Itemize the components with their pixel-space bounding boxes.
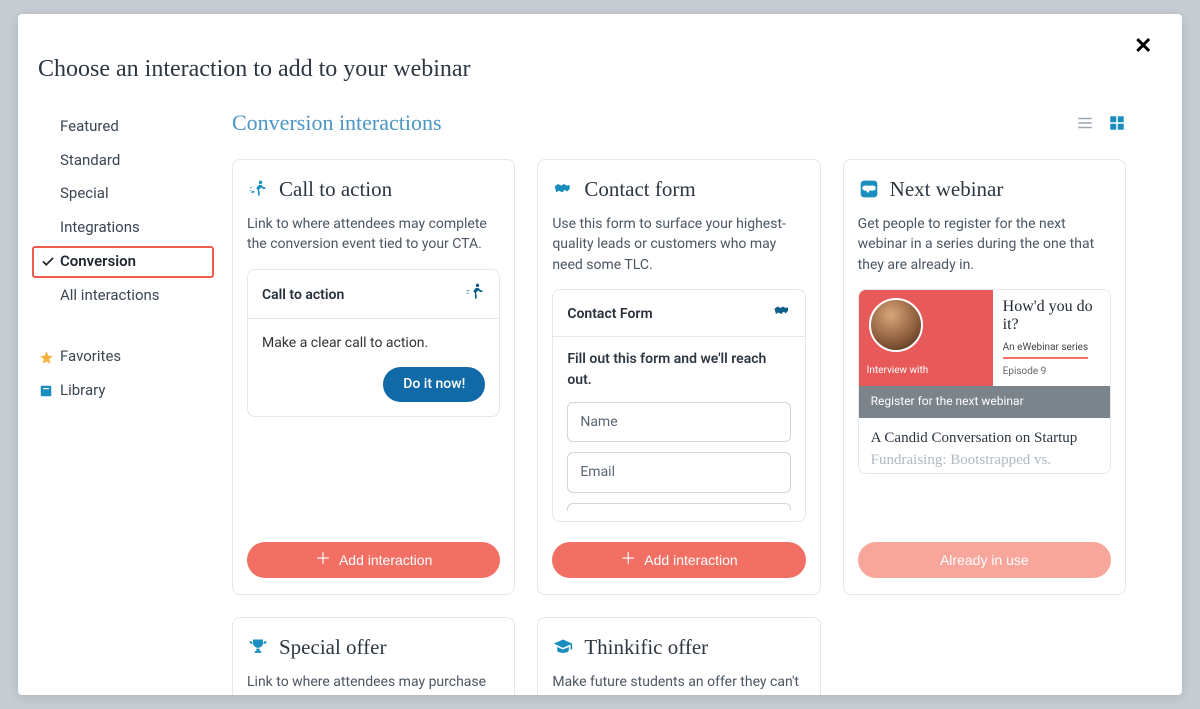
grid-icon xyxy=(1108,114,1126,132)
running-icon xyxy=(247,178,269,200)
view-toggle xyxy=(1076,114,1126,132)
interaction-picker-modal: ✕ Choose an interaction to add to your w… xyxy=(18,14,1182,695)
close-icon: ✕ xyxy=(1134,34,1152,59)
library-icon xyxy=(38,383,54,399)
modal-header: Choose an interaction to add to your web… xyxy=(18,14,1182,97)
ewebinar-icon xyxy=(858,178,880,200)
sidebar-item-label: Featured xyxy=(60,116,119,138)
article-title: A Candid Conversation on Startup xyxy=(871,428,1098,450)
article-subtitle: Fundraising: Bootstrapped vs. xyxy=(871,450,1098,472)
sidebar-item-label: Conversion xyxy=(60,251,136,273)
handshake-icon xyxy=(773,302,791,326)
graduation-cap-icon xyxy=(552,636,574,658)
next-webinar-preview: Interview with How'd you do it? An eWebi… xyxy=(858,289,1111,474)
plus-icon: ＋ xyxy=(315,552,331,568)
list-view-button[interactable] xyxy=(1076,114,1094,132)
episode-label: Episode 9 xyxy=(1003,365,1100,380)
grid-view-button[interactable] xyxy=(1108,114,1126,132)
running-icon xyxy=(465,282,485,308)
list-icon xyxy=(1076,114,1094,132)
contact-preview-title: Contact Form xyxy=(567,304,652,324)
card-description: Get people to register for the next webi… xyxy=(858,214,1111,275)
card-title: Thinkific offer xyxy=(584,632,708,662)
card-title: Contact form xyxy=(584,174,695,204)
close-button[interactable]: ✕ xyxy=(1134,36,1156,58)
add-interaction-label: Add interaction xyxy=(644,552,737,568)
card-title: Next webinar xyxy=(890,174,1004,204)
cta-preview-body-text: Make a clear call to action. xyxy=(262,333,485,353)
category-sidebar: Featured Standard Special Integrations C… xyxy=(18,97,224,695)
cta-preview: Call to action Make a clear call to acti… xyxy=(247,269,500,417)
sidebar-item-label: Standard xyxy=(60,150,120,172)
interaction-card-contact: Contact form Use this form to surface yo… xyxy=(537,159,820,595)
interview-label: Interview with xyxy=(867,364,985,379)
sidebar-item-special[interactable]: Special xyxy=(32,178,214,210)
cta-preview-title: Call to action xyxy=(262,285,344,305)
card-title: Call to action xyxy=(279,174,392,204)
contact-preview: Contact Form Fill out this form and we'l… xyxy=(552,289,805,521)
handshake-icon xyxy=(552,178,574,200)
section-heading: Conversion interactions xyxy=(232,107,442,139)
card-description: Link to where attendees may purchase you… xyxy=(247,672,500,695)
add-interaction-button[interactable]: ＋ Add interaction xyxy=(552,542,805,578)
register-overlay[interactable]: Register for the next webinar xyxy=(859,386,1110,418)
sidebar-item-label: Integrations xyxy=(60,217,140,239)
sidebar-item-label: All interactions xyxy=(60,285,160,307)
card-description: Use this form to surface your highest-qu… xyxy=(552,214,805,275)
plus-icon: ＋ xyxy=(620,552,636,568)
sidebar-item-standard[interactable]: Standard xyxy=(32,145,214,177)
cta-preview-button[interactable]: Do it now! xyxy=(383,367,485,401)
card-title: Special offer xyxy=(279,632,386,662)
card-description: Link to where attendees may complete the… xyxy=(247,214,500,255)
add-interaction-label: Add interaction xyxy=(339,552,432,568)
preview-headline: How'd you do it? xyxy=(1003,298,1100,335)
sidebar-item-integrations[interactable]: Integrations xyxy=(32,212,214,244)
interaction-card-next-webinar: Next webinar Get people to register for … xyxy=(843,159,1126,595)
avatar xyxy=(869,298,923,352)
sidebar-item-all[interactable]: All interactions xyxy=(32,280,214,312)
card-description: Make future students an offer they can't… xyxy=(552,672,805,695)
contact-preview-subtitle: Fill out this form and we'll reach out. xyxy=(553,349,804,390)
series-label: An eWebinar series xyxy=(1003,341,1088,360)
sidebar-item-library[interactable]: Library xyxy=(32,375,214,407)
interaction-card-cta: Call to action Link to where attendees m… xyxy=(232,159,515,595)
truncated-field xyxy=(567,503,790,511)
add-interaction-button[interactable]: ＋ Add interaction xyxy=(247,542,500,578)
modal-title: Choose an interaction to add to your web… xyxy=(38,52,1162,87)
sidebar-item-label: Favorites xyxy=(60,346,121,368)
sidebar-item-label: Library xyxy=(60,380,105,402)
sidebar-item-favorites[interactable]: Favorites xyxy=(32,341,214,373)
star-icon xyxy=(38,349,54,365)
sidebar-item-conversion[interactable]: Conversion xyxy=(32,246,214,278)
sidebar-item-featured[interactable]: Featured xyxy=(32,111,214,143)
trophy-icon xyxy=(247,636,269,658)
already-in-use-button: Already in use xyxy=(858,542,1111,578)
name-field[interactable]: Name xyxy=(567,402,790,442)
interaction-card-thinkific: Thinkific offer Make future students an … xyxy=(537,617,820,696)
email-field[interactable]: Email xyxy=(567,452,790,492)
interaction-card-special-offer: Special offer Link to where attendees ma… xyxy=(232,617,515,696)
sidebar-item-label: Special xyxy=(60,183,109,205)
register-overlay-label: Register for the next webinar xyxy=(871,393,1024,410)
already-in-use-label: Already in use xyxy=(940,552,1029,568)
check-icon xyxy=(40,254,56,270)
